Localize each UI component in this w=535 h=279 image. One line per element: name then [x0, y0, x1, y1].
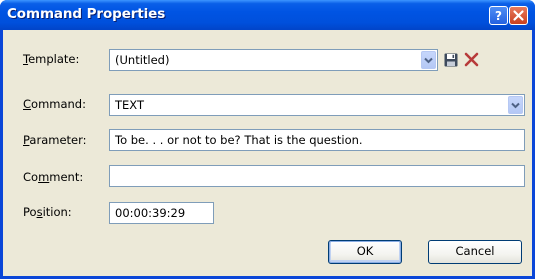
dialog-client-area: Template: (Untitled) Command: TEXT Param…	[3, 30, 532, 276]
close-icon	[513, 10, 524, 21]
position-label: Position:	[23, 205, 72, 219]
title-bar[interactable]: Command Properties ?	[0, 0, 535, 30]
command-label: Command:	[23, 97, 86, 111]
command-combo[interactable]: TEXT	[109, 94, 525, 116]
comment-label: Comment:	[23, 170, 84, 184]
position-input[interactable]: 00:00:39:29	[109, 202, 214, 224]
template-combo[interactable]: (Untitled)	[109, 49, 438, 71]
parameter-value: To be. . . or not to be? That is the que…	[115, 133, 363, 147]
ok-button[interactable]: OK	[328, 240, 402, 264]
save-template-button[interactable]	[443, 52, 459, 68]
svg-text:?: ?	[495, 9, 502, 23]
parameter-input[interactable]: To be. . . or not to be? That is the que…	[109, 129, 525, 151]
parameter-label: Parameter:	[23, 133, 87, 147]
command-properties-window: Command Properties ? Template: (Untitled…	[0, 0, 535, 279]
help-icon: ?	[495, 9, 502, 23]
template-value: (Untitled)	[115, 53, 170, 67]
help-button[interactable]: ?	[489, 6, 508, 25]
chevron-down-icon	[424, 57, 433, 64]
position-value: 00:00:39:29	[115, 206, 186, 220]
command-dropdown-button[interactable]	[508, 96, 523, 114]
delete-x-icon	[464, 52, 479, 67]
command-value: TEXT	[115, 98, 144, 112]
template-dropdown-button[interactable]	[421, 51, 436, 69]
save-disk-icon	[444, 53, 458, 67]
window-title: Command Properties	[7, 6, 166, 22]
close-button[interactable]	[509, 6, 528, 25]
delete-template-button[interactable]	[463, 51, 480, 68]
cancel-button[interactable]: Cancel	[428, 240, 522, 264]
template-label: Template:	[23, 52, 80, 66]
comment-input[interactable]	[109, 165, 525, 187]
chevron-down-icon	[511, 102, 520, 109]
